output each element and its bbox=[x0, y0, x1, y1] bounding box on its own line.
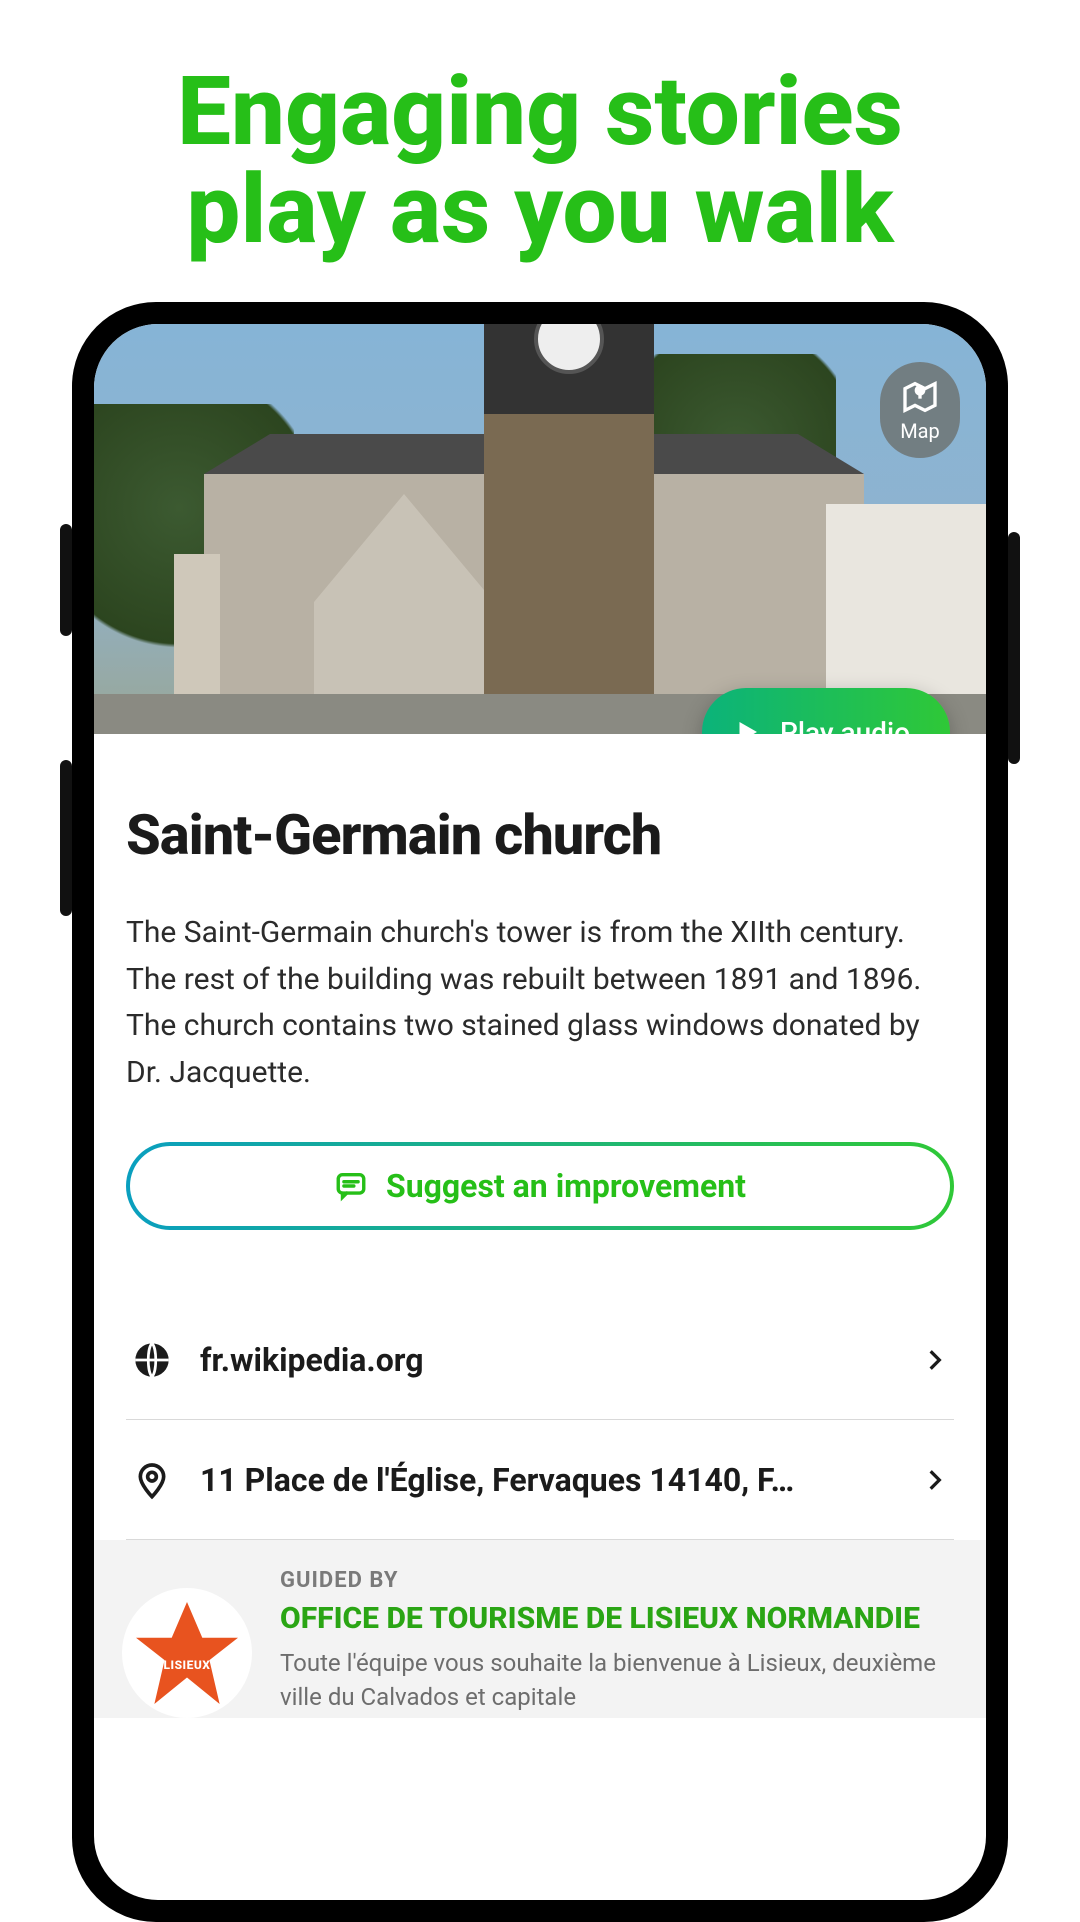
headline-line2: play as you walk bbox=[186, 154, 893, 266]
chevron-right-icon bbox=[922, 1347, 948, 1373]
feedback-icon bbox=[334, 1169, 368, 1203]
guide-body: GUIDED BY OFFICE DE TOURISME DE LISIEUX … bbox=[280, 1568, 958, 1718]
phone-side-button bbox=[60, 760, 72, 916]
phone-side-button bbox=[1008, 532, 1020, 764]
info-rows: fr.wikipedia.org 11 Place de l'Église, F… bbox=[126, 1300, 954, 1540]
guide-logo-text: LISIEUX bbox=[122, 1658, 252, 1672]
chevron-right-icon bbox=[922, 1467, 948, 1493]
map-button[interactable]: Map bbox=[880, 362, 960, 458]
address-row[interactable]: 11 Place de l'Église, Fervaques 14140, F… bbox=[126, 1420, 954, 1540]
guide-logo: LISIEUX bbox=[122, 1588, 252, 1718]
guide-description: Toute l'équipe vous souhaite la bienvenu… bbox=[280, 1647, 958, 1714]
suggest-improvement-label: Suggest an improvement bbox=[386, 1167, 746, 1205]
poi-cover-photo: Map Play audio bbox=[94, 324, 986, 734]
phone-side-button bbox=[60, 524, 72, 636]
map-pin-icon bbox=[900, 377, 940, 417]
poi-content: Saint-Germain church The Saint-Germain c… bbox=[94, 734, 986, 1540]
marketing-headline: Engaging stories play as you walk bbox=[0, 0, 1080, 260]
website-label: fr.wikipedia.org bbox=[200, 1341, 922, 1379]
guide-eyebrow: GUIDED BY bbox=[280, 1568, 958, 1593]
globe-icon bbox=[132, 1340, 172, 1380]
phone-frame: Map Play audio Saint-Germain church The … bbox=[72, 302, 1008, 1922]
phone-screen: Map Play audio Saint-Germain church The … bbox=[94, 324, 986, 1900]
website-row[interactable]: fr.wikipedia.org bbox=[126, 1300, 954, 1420]
poi-description: The Saint-Germain church's tower is from… bbox=[126, 910, 954, 1096]
headline-line1: Engaging stories bbox=[177, 56, 903, 168]
suggest-improvement-button[interactable]: Suggest an improvement bbox=[126, 1142, 954, 1230]
guided-by-card[interactable]: LISIEUX GUIDED BY OFFICE DE TOURISME DE … bbox=[94, 1540, 986, 1718]
location-pin-icon bbox=[132, 1460, 172, 1500]
play-icon bbox=[732, 717, 762, 734]
play-audio-button[interactable]: Play audio bbox=[702, 688, 950, 734]
map-button-label: Map bbox=[900, 419, 940, 443]
star-icon bbox=[136, 1602, 238, 1704]
poi-title: Saint-Germain church bbox=[126, 802, 954, 868]
address-label: 11 Place de l'Église, Fervaques 14140, F… bbox=[200, 1461, 922, 1499]
guide-name: OFFICE DE TOURISME DE LISIEUX NORMANDIE bbox=[280, 1601, 958, 1637]
play-audio-label: Play audio bbox=[780, 716, 910, 735]
